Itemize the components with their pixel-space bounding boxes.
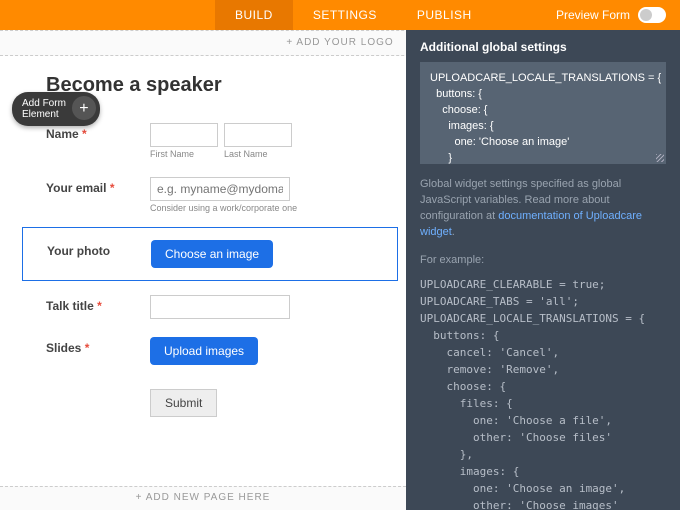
talk-title-label: Talk title * xyxy=(46,295,150,313)
plus-icon: + xyxy=(72,96,96,120)
field-name[interactable]: Name * First Name Last Name xyxy=(46,123,376,159)
last-name-input[interactable] xyxy=(224,123,292,147)
example-code: UPLOADCARE_CLEARABLE = true; UPLOADCARE_… xyxy=(420,276,666,510)
code-textarea[interactable]: UPLOADCARE_LOCALE_TRANSLATIONS = { butto… xyxy=(420,62,666,164)
field-email[interactable]: Your email * Consider using a work/corpo… xyxy=(46,177,376,213)
last-name-sublabel: Last Name xyxy=(224,149,292,159)
tab-publish[interactable]: PUBLISH xyxy=(397,0,492,30)
slides-label: Slides * xyxy=(46,337,150,355)
panel-description: Global widget settings specified as glob… xyxy=(420,176,666,240)
header-tabs: BUILD SETTINGS PUBLISH xyxy=(215,0,492,30)
field-photo[interactable]: Your photo Choose an image xyxy=(22,227,398,281)
add-form-element-button[interactable]: Add FormElement + xyxy=(12,92,100,126)
form-title: Become a speaker xyxy=(46,74,376,97)
choose-image-button[interactable]: Choose an image xyxy=(151,240,273,268)
add-page-bar[interactable]: + ADD NEW PAGE HERE xyxy=(0,486,406,510)
first-name-sublabel: First Name xyxy=(150,149,218,159)
field-talk-title[interactable]: Talk title * xyxy=(46,295,376,319)
tab-build[interactable]: BUILD xyxy=(215,0,293,30)
field-slides[interactable]: Slides * Upload images xyxy=(46,337,376,365)
resize-handle-icon[interactable] xyxy=(656,154,664,162)
upload-images-button[interactable]: Upload images xyxy=(150,337,258,365)
top-bar: BUILD SETTINGS PUBLISH Preview Form xyxy=(0,0,680,30)
email-label: Your email * xyxy=(46,177,150,195)
email-helper: Consider using a work/corporate one xyxy=(150,203,376,213)
preview-form-label: Preview Form xyxy=(556,8,630,22)
submit-button[interactable]: Submit xyxy=(150,389,217,417)
add-form-element-label: Add FormElement xyxy=(22,98,66,120)
panel-title: Additional global settings xyxy=(420,40,666,54)
email-input[interactable] xyxy=(150,177,290,201)
tab-settings[interactable]: SETTINGS xyxy=(293,0,397,30)
photo-label: Your photo xyxy=(47,240,151,258)
example-label: For example: xyxy=(420,254,666,266)
settings-panel: Additional global settings UPLOADCARE_LO… xyxy=(406,30,680,510)
talk-title-input[interactable] xyxy=(150,295,290,319)
first-name-input[interactable] xyxy=(150,123,218,147)
preview-toggle[interactable] xyxy=(638,7,666,23)
